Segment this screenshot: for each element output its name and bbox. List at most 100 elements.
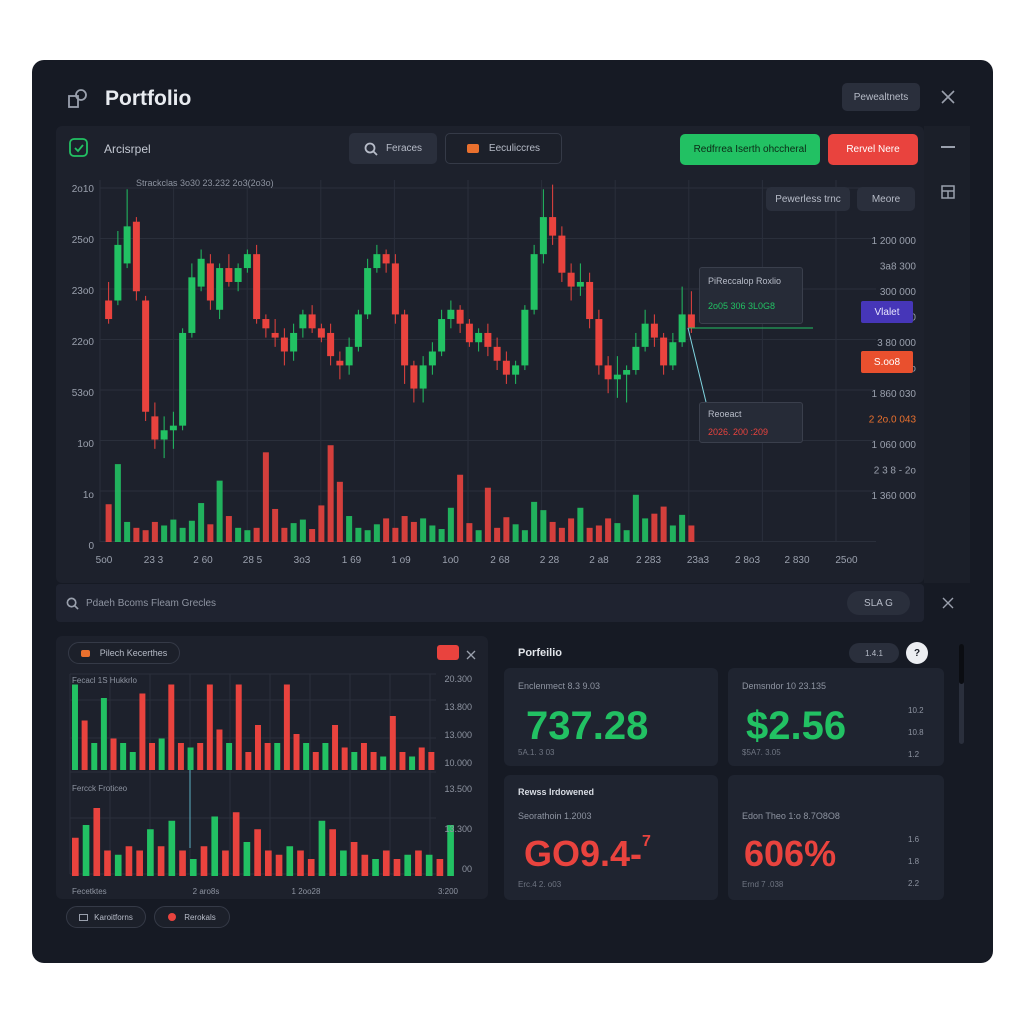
candle-body	[660, 337, 668, 366]
stat-card-4-side-2: 1.8	[908, 857, 920, 866]
volume-bar-bottom	[265, 850, 272, 876]
volume-bar-bottom	[189, 859, 197, 876]
right-tick-label: 3 80 000	[877, 338, 916, 349]
volume-x-tick: 3:200	[438, 887, 459, 896]
volume-bar	[651, 513, 658, 542]
close-icon[interactable]	[940, 89, 956, 105]
volume-bar-bottom	[168, 820, 176, 876]
tooltip-top: PiReccalop Roxlio 2o05 306 3L0G8	[699, 267, 803, 324]
volume-x-tick: 1 2oo28	[292, 887, 321, 896]
volume-red-toggle[interactable]	[437, 645, 459, 660]
volume-bar-bottom	[404, 854, 412, 876]
volume-bar	[595, 525, 602, 542]
buy-button[interactable]: Redfrrea Iserth ohccheral	[680, 134, 820, 165]
search-close-icon[interactable]	[942, 596, 954, 609]
volume-bar-bottom	[136, 850, 143, 876]
volume-bar-bottom	[82, 825, 90, 876]
volume-bar	[558, 527, 565, 542]
volume-bar-top	[370, 752, 377, 770]
orders-button-label: Eeculiccres	[488, 143, 541, 154]
page-title: Portfolio	[105, 87, 192, 110]
stat-card-1-label: Enclenmect 8.3 9.03	[518, 681, 601, 691]
price-badge-orange: S.oo8	[861, 351, 913, 373]
candle-body	[604, 365, 612, 380]
volume-bar-top	[168, 684, 175, 770]
header-button[interactable]: Pewealtnets	[842, 83, 920, 111]
y-tick-label: 22o0	[72, 337, 95, 348]
volume-bar-top	[409, 756, 416, 770]
volume-bar	[531, 501, 538, 542]
right-tick-label: 1 360 000	[872, 491, 917, 502]
volume-bar	[466, 523, 473, 542]
candle-body	[354, 314, 362, 347]
footer-right-button[interactable]: Rerokals	[154, 906, 230, 928]
candle-body	[308, 314, 316, 329]
search-button[interactable]: Feraces	[349, 133, 437, 164]
volume-bar-bottom	[372, 859, 379, 876]
stat-card-2-value: $2.56	[746, 704, 847, 748]
volume-bar-bottom	[147, 829, 154, 876]
volume-bar-top	[428, 752, 435, 770]
volume-bar	[438, 529, 445, 542]
candle-body	[169, 425, 177, 431]
stat-card-2-side-2: 10.8	[908, 728, 924, 737]
scrollbar-thumb[interactable]	[959, 644, 964, 684]
stat-card-1-sub: 5A.1. 3 03	[518, 748, 555, 757]
candle-body	[595, 319, 603, 366]
orders-button[interactable]: Eeculiccres	[445, 133, 562, 164]
volume-bar-top	[351, 752, 358, 770]
candle-body	[243, 254, 251, 269]
search-bar-button[interactable]: SLA G	[847, 591, 910, 615]
volume-bar	[133, 527, 140, 542]
sell-button[interactable]: Rervel Nere	[828, 134, 918, 165]
more-button[interactable]: Meore	[857, 187, 915, 211]
volume-bar	[235, 527, 242, 542]
candle-body	[475, 332, 483, 343]
volume-bar	[577, 507, 584, 542]
footer-left-button[interactable]: Karoitforns	[66, 906, 146, 928]
candle-body	[299, 314, 307, 329]
layout-icon[interactable]	[941, 185, 955, 199]
x-tick-label: 2 a8	[589, 555, 609, 566]
x-tick-label: 23a3	[687, 555, 710, 566]
candle-body	[132, 221, 140, 292]
candle-body	[512, 365, 520, 375]
volume-bar-bottom	[382, 850, 390, 876]
volume-bar	[336, 481, 343, 542]
tooltip-bottom-title: Reoeact	[708, 409, 742, 419]
y-tick-label: 1o0	[77, 439, 94, 450]
volume-bar	[309, 529, 316, 542]
candle-body	[382, 254, 390, 264]
volume-tag[interactable]: Pilech Kecerthes	[68, 642, 180, 664]
volume-tag-label: Pilech Kecerthes	[99, 648, 168, 658]
volume-right-tick: 10.000	[444, 758, 472, 768]
stat-card-4: Edon Theo 1:o 8.7O8O8 606% Ernd 7 .038 1…	[728, 775, 944, 900]
volume-bar	[623, 530, 630, 542]
stats-help-icon[interactable]: ?	[906, 642, 928, 664]
candle-body	[484, 332, 492, 347]
candle-body	[151, 416, 159, 440]
volume-bar-bottom	[254, 829, 261, 876]
time-range-button[interactable]: Pewerless trnc	[766, 187, 850, 211]
price-chart: 2o1025o023o022o053o01o01o01 200 0003a8 3…	[72, 180, 917, 566]
candle-body	[567, 272, 575, 287]
stat-card-3-value: GO9.4-7	[524, 833, 651, 875]
candle-body	[253, 254, 261, 320]
orders-icon	[466, 144, 479, 153]
volume-bar-bottom	[93, 808, 101, 876]
candle-body	[419, 365, 427, 389]
candle-body	[539, 217, 547, 255]
candle-body	[641, 323, 649, 347]
volume-bar	[272, 508, 279, 542]
volume-close-icon[interactable]	[466, 647, 476, 660]
minimize-icon[interactable]	[941, 146, 955, 148]
right-tick-label: 300 000	[880, 287, 917, 298]
stat-card-3-sub: Erc.4 2. o03	[518, 880, 562, 889]
stats-pill[interactable]: 1.4.1	[849, 643, 899, 663]
candle-body	[530, 254, 538, 310]
volume-right-tick: 20.300	[444, 674, 472, 684]
volume-bar-top	[360, 743, 367, 770]
stat-card-1-value: 737.28	[526, 704, 649, 748]
right-tick-label: 1 200 000	[872, 236, 917, 247]
volume-bar-top	[110, 738, 117, 770]
